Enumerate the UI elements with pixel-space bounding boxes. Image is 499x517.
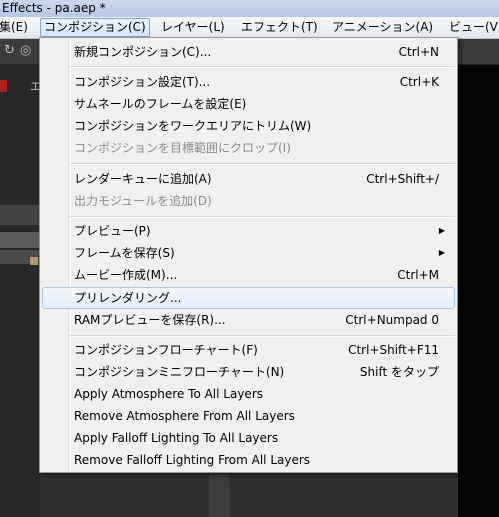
menu-item-add-output-module: 出力モジュールを追加(D): [42, 190, 455, 212]
menu-separator: [70, 335, 455, 337]
project-panel: [0, 65, 40, 517]
menu-item-label: プリレンダリング...: [74, 291, 182, 305]
menu-item-shortcut: Ctrl+Shift+F11: [348, 343, 439, 357]
menu-item-set-poster-time[interactable]: サムネールのフレームを設定(E): [42, 93, 455, 115]
menu-item-shortcut: Ctrl+M: [397, 268, 439, 282]
composition-menu: 新規コンポジション(C)... Ctrl+N コンポジション設定(T)... C…: [39, 37, 458, 473]
menu-item-make-movie[interactable]: ムービー作成(M)... Ctrl+M: [42, 264, 455, 286]
menu-separator: [70, 163, 455, 165]
menu-effect[interactable]: エフェクト(T): [238, 17, 321, 38]
menu-edit[interactable]: 編集(E): [0, 17, 31, 38]
menu-item-add-to-render-queue[interactable]: レンダーキューに追加(A) Ctrl+Shift+/: [42, 168, 455, 190]
camera-tool-icon[interactable]: ◎: [20, 44, 34, 58]
menu-item-apply-falloff-lighting[interactable]: Apply Falloff Lighting To All Layers: [42, 427, 455, 449]
menu-item-label: コンポジション設定(T)...: [74, 75, 211, 89]
menu-item-shortcut: Ctrl+N: [398, 45, 439, 59]
panel-divider[interactable]: [209, 473, 229, 517]
panel-column-header: [0, 232, 40, 248]
menu-separator: [70, 216, 455, 218]
menu-item-save-ram-preview[interactable]: RAMプレビューを保存(R)... Ctrl+Numpad 0: [42, 309, 455, 331]
menu-item-crop-to-region: コンポジションを目標範囲にクロップ(I): [42, 137, 455, 159]
menu-composition[interactable]: コンポジション(C): [40, 18, 150, 37]
menu-item-label: RAMプレビューを保存(R)...: [74, 313, 226, 327]
menu-item-label: Remove Atmosphere From All Layers: [74, 409, 295, 423]
rotate-tool-icon[interactable]: ↻: [4, 44, 18, 58]
window-title-bar: Effects - pa.aep *: [0, 0, 499, 17]
menu-item-shortcut: Ctrl+K: [399, 75, 439, 89]
menu-separator: [70, 66, 455, 68]
menu-item-label: フレームを保存(S): [74, 246, 175, 260]
menu-bar: 編集(E) コンポジション(C) レイヤー(L) エフェクト(T) アニメーショ…: [0, 17, 499, 39]
menu-item-composition-settings[interactable]: コンポジション設定(T)... Ctrl+K: [42, 71, 455, 93]
menu-item-label: コンポジションフローチャート(F): [74, 343, 258, 357]
menu-item-trim-to-work-area[interactable]: コンポジションをワークエリアにトリム(W): [42, 115, 455, 137]
menu-item-new-composition[interactable]: 新規コンポジション(C)... Ctrl+N: [42, 41, 455, 63]
menu-item-label: レンダーキューに追加(A): [74, 172, 212, 186]
timeline-panel: [40, 473, 458, 517]
menu-item-composition-flowchart[interactable]: コンポジションフローチャート(F) Ctrl+Shift+F11: [42, 339, 455, 361]
menu-item-label: コンポジションを目標範囲にクロップ(I): [74, 141, 291, 155]
submenu-arrow-icon: ▶: [438, 226, 445, 235]
menu-item-label: ムービー作成(M)...: [74, 268, 178, 282]
menu-item-preview[interactable]: プレビュー(P) ▶: [42, 220, 455, 242]
menu-item-remove-falloff-lighting[interactable]: Remove Falloff Lighting From All Layers: [42, 449, 455, 471]
menu-item-label: コンポジションをワークエリアにトリム(W): [74, 119, 312, 133]
panel-close-icon[interactable]: [0, 80, 7, 92]
menu-item-label: Apply Atmosphere To All Layers: [74, 387, 263, 401]
menu-item-label: サムネールのフレームを設定(E): [74, 97, 247, 111]
menu-item-label: Apply Falloff Lighting To All Layers: [74, 431, 279, 445]
menu-layer[interactable]: レイヤー(L): [158, 17, 228, 38]
menu-item-label: 出力モジュールを追加(D): [74, 194, 212, 208]
label-color-swatch: [30, 257, 38, 265]
menu-item-shortcut: Shift をタップ: [359, 365, 439, 379]
menu-item-label: コンポジションミニフローチャート(N): [74, 365, 285, 379]
window-title: Effects - pa.aep *: [2, 1, 106, 15]
menu-item-shortcut: Ctrl+Shift+/: [366, 172, 439, 186]
menu-item-label: Remove Falloff Lighting From All Layers: [74, 453, 311, 467]
menu-item-shortcut: Ctrl+Numpad 0: [345, 313, 439, 327]
menu-item-apply-atmosphere[interactable]: Apply Atmosphere To All Layers: [42, 383, 455, 405]
menu-item-label: プレビュー(P): [74, 224, 151, 238]
menu-item-label: 新規コンポジション(C)...: [74, 45, 212, 59]
menu-item-remove-atmosphere[interactable]: Remove Atmosphere From All Layers: [42, 405, 455, 427]
menu-animation[interactable]: アニメーション(A): [329, 17, 436, 38]
menu-item-mini-flowchart[interactable]: コンポジションミニフローチャート(N) Shift をタップ: [42, 361, 455, 383]
menu-item-pre-render[interactable]: プリレンダリング...: [42, 287, 455, 309]
menu-item-save-frame[interactable]: フレームを保存(S) ▶: [42, 242, 455, 264]
submenu-arrow-icon: ▶: [438, 248, 445, 257]
panel-header: [0, 205, 40, 225]
menu-view[interactable]: ビュー(V): [446, 17, 499, 38]
composition-viewer: [458, 65, 499, 517]
